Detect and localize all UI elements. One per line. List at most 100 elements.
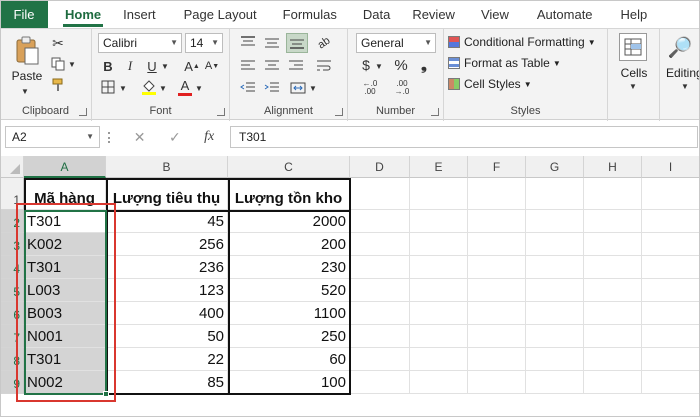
increase-indent-icon[interactable]	[262, 79, 282, 97]
table-cell[interactable]: 123	[106, 279, 228, 302]
empty-cell[interactable]	[526, 371, 584, 394]
empty-cell[interactable]	[526, 178, 584, 210]
empty-cell[interactable]	[350, 233, 410, 256]
table-cell[interactable]: N002	[24, 371, 106, 394]
table-cell[interactable]: N001	[24, 325, 106, 348]
row-header-9[interactable]: 9	[0, 371, 24, 394]
empty-cell[interactable]	[350, 178, 410, 210]
empty-cell[interactable]	[468, 279, 526, 302]
empty-cell[interactable]	[468, 302, 526, 325]
empty-cell[interactable]	[410, 348, 468, 371]
align-top-icon[interactable]	[238, 34, 258, 52]
table-cell[interactable]: 60	[228, 348, 350, 371]
select-all-corner[interactable]	[0, 156, 24, 178]
formula-input[interactable]: T301	[230, 126, 698, 148]
borders-icon[interactable]	[100, 79, 116, 95]
row-header-1[interactable]: 1	[0, 178, 24, 210]
empty-cell[interactable]	[468, 325, 526, 348]
merge-center-icon[interactable]	[288, 79, 308, 97]
empty-cell[interactable]	[584, 279, 642, 302]
comma-style-button[interactable]: ❟	[416, 55, 432, 75]
paste-button-label[interactable]: Paste	[8, 69, 46, 83]
enter-icon[interactable]: ✓	[169, 129, 181, 146]
tab-view[interactable]: View	[470, 0, 520, 28]
column-header-f[interactable]: F	[468, 156, 526, 178]
empty-cell[interactable]	[410, 233, 468, 256]
column-header-b[interactable]: B	[106, 156, 228, 178]
clipboard-launcher-icon[interactable]	[79, 108, 87, 116]
row-header-6[interactable]: 6	[0, 302, 24, 325]
empty-cell[interactable]	[584, 302, 642, 325]
font-family-select[interactable]: Calibri ▼	[98, 33, 182, 53]
table-cell[interactable]: T301	[24, 256, 106, 279]
table-cell[interactable]: 236	[106, 256, 228, 279]
empty-cell[interactable]	[468, 233, 526, 256]
empty-cell[interactable]	[526, 210, 584, 233]
format-painter-icon[interactable]	[50, 77, 66, 93]
empty-cell[interactable]	[350, 279, 410, 302]
tab-help[interactable]: Help	[610, 0, 659, 28]
column-header-a[interactable]: A	[24, 156, 106, 178]
empty-cell[interactable]	[584, 178, 642, 210]
number-launcher-icon[interactable]	[431, 108, 439, 116]
cut-icon[interactable]: ✂	[50, 35, 66, 51]
empty-cell[interactable]	[584, 210, 642, 233]
empty-cell[interactable]	[350, 256, 410, 279]
decrease-font-icon[interactable]: A ▼	[204, 57, 220, 75]
empty-cell[interactable]	[410, 302, 468, 325]
cancel-icon[interactable]: ✕	[134, 129, 146, 146]
empty-cell[interactable]	[410, 178, 468, 210]
tab-file[interactable]: File	[0, 0, 48, 28]
tab-automate[interactable]: Automate	[526, 0, 604, 28]
fill-color-dropdown-icon[interactable]: ▼	[158, 83, 168, 93]
decrease-decimal-icon[interactable]: .00 →.0	[390, 79, 414, 97]
empty-cell[interactable]	[642, 348, 700, 371]
name-box[interactable]: A2 ▼	[5, 126, 100, 148]
percent-button[interactable]: %	[392, 55, 410, 75]
table-cell[interactable]: 50	[106, 325, 228, 348]
editing-label[interactable]: Editing	[666, 66, 700, 80]
tab-page-layout[interactable]: Page Layout	[173, 0, 268, 28]
currency-dropdown-icon[interactable]: ▼	[374, 61, 384, 71]
wrap-text-icon[interactable]	[314, 57, 334, 75]
empty-cell[interactable]	[350, 348, 410, 371]
empty-cell[interactable]	[350, 302, 410, 325]
insert-function-button[interactable]: fx	[204, 129, 214, 145]
borders-dropdown-icon[interactable]: ▼	[118, 83, 128, 93]
align-center-icon[interactable]	[262, 57, 282, 75]
empty-cell[interactable]	[642, 233, 700, 256]
empty-cell[interactable]	[468, 348, 526, 371]
table-cell[interactable]: T301	[24, 210, 106, 233]
empty-cell[interactable]	[642, 256, 700, 279]
cell-styles-button[interactable]: Cell Styles ▼	[448, 75, 532, 93]
underline-dropdown-icon[interactable]: ▼	[160, 61, 170, 71]
empty-cell[interactable]	[410, 325, 468, 348]
empty-cell[interactable]	[410, 256, 468, 279]
table-cell[interactable]: 22	[106, 348, 228, 371]
align-bottom-icon[interactable]	[286, 33, 308, 53]
table-cell[interactable]: 45	[106, 210, 228, 233]
copy-dropdown-icon[interactable]: ▼	[67, 59, 77, 69]
empty-cell[interactable]	[584, 325, 642, 348]
table-cell[interactable]: T301	[24, 348, 106, 371]
empty-cell[interactable]	[526, 256, 584, 279]
empty-cell[interactable]	[526, 325, 584, 348]
column-header-i[interactable]: I	[642, 156, 700, 178]
empty-cell[interactable]	[350, 325, 410, 348]
orientation-icon[interactable]: ab	[311, 30, 338, 56]
empty-cell[interactable]	[410, 371, 468, 394]
number-format-select[interactable]: General ▼	[356, 33, 436, 53]
empty-cell[interactable]	[350, 371, 410, 394]
editing-dropdown-icon[interactable]: ▼	[680, 81, 690, 91]
bold-button[interactable]: B	[100, 57, 116, 75]
empty-cell[interactable]	[468, 371, 526, 394]
table-cell[interactable]: L003	[24, 279, 106, 302]
table-cell[interactable]: 85	[106, 371, 228, 394]
cells-label[interactable]: Cells	[612, 66, 656, 80]
empty-cell[interactable]	[526, 279, 584, 302]
paste-icon[interactable]	[12, 35, 42, 67]
currency-button[interactable]: $	[358, 55, 374, 75]
empty-cell[interactable]	[642, 178, 700, 210]
table-cell[interactable]: 400	[106, 302, 228, 325]
empty-cell[interactable]	[642, 371, 700, 394]
